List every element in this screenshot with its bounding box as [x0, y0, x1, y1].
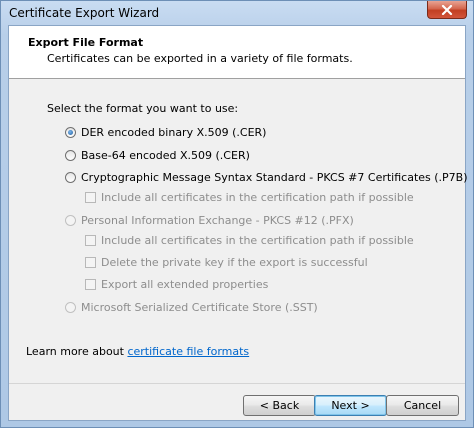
- option-pfx-label: Personal Information Exchange - PKCS #12…: [81, 214, 354, 227]
- pfx-include-chain-label: Include all certificates in the certific…: [101, 234, 414, 247]
- option-sst-label: Microsoft Serialized Certificate Store (…: [81, 301, 318, 314]
- pfx-include-chain-checkbox[interactable]: [85, 235, 96, 246]
- option-sst[interactable]: Microsoft Serialized Certificate Store (…: [65, 301, 318, 314]
- close-icon: [441, 4, 453, 15]
- option-der-label: DER encoded binary X.509 (.CER): [81, 126, 267, 139]
- page-title: Export File Format: [28, 36, 144, 49]
- footer-divider: [9, 383, 465, 384]
- pfx-export-props-checkbox[interactable]: [85, 279, 96, 290]
- option-der[interactable]: DER encoded binary X.509 (.CER): [65, 126, 266, 139]
- p7b-include-chain-checkbox[interactable]: [85, 192, 96, 203]
- certificate-formats-link[interactable]: certificate file formats: [127, 345, 249, 358]
- sst-radio[interactable]: [65, 302, 76, 313]
- pfx-delete-key-label: Delete the private key if the export is …: [101, 256, 368, 269]
- format-prompt-label: Select the format you want to use:: [47, 102, 239, 115]
- option-base64[interactable]: Base-64 encoded X.509 (.CER): [65, 149, 250, 162]
- pfx-delete-key[interactable]: Delete the private key if the export is …: [85, 256, 368, 269]
- cancel-button[interactable]: Cancel: [386, 395, 459, 416]
- option-p7b-label: Cryptographic Message Syntax Standard - …: [81, 171, 468, 184]
- p7b-radio[interactable]: [65, 172, 76, 183]
- pfx-delete-key-checkbox[interactable]: [85, 257, 96, 268]
- p7b-include-chain-label: Include all certificates in the certific…: [101, 191, 414, 204]
- page-header: Export File Format Certificates can be e…: [9, 26, 465, 79]
- option-p7b[interactable]: Cryptographic Message Syntax Standard - …: [65, 171, 468, 184]
- wizard-window: Certificate Export Wizard Export File Fo…: [0, 0, 474, 428]
- option-pfx[interactable]: Personal Information Exchange - PKCS #12…: [65, 214, 354, 227]
- title-bar[interactable]: Certificate Export Wizard: [1, 1, 473, 25]
- pfx-export-props[interactable]: Export all extended properties: [85, 278, 268, 291]
- close-button[interactable]: [427, 1, 467, 19]
- format-prompt: Select the format you want to use:: [47, 102, 238, 115]
- der-radio[interactable]: [65, 127, 76, 138]
- p7b-include-chain[interactable]: Include all certificates in the certific…: [85, 191, 414, 204]
- page-subtitle: Certificates can be exported in a variet…: [47, 52, 353, 65]
- pfx-radio[interactable]: [65, 215, 76, 226]
- option-base64-label: Base-64 encoded X.509 (.CER): [81, 149, 250, 162]
- next-button[interactable]: Next >: [314, 395, 387, 416]
- base64-radio[interactable]: [65, 150, 76, 161]
- wizard-body: Export File Format Certificates can be e…: [8, 25, 468, 421]
- pfx-export-props-label: Export all extended properties: [101, 278, 269, 291]
- pfx-include-chain[interactable]: Include all certificates in the certific…: [85, 234, 414, 247]
- back-button[interactable]: < Back: [243, 395, 316, 416]
- learn-more: Learn more about certificate file format…: [26, 345, 249, 358]
- learn-more-prefix: Learn more about: [26, 345, 128, 358]
- window-title: Certificate Export Wizard: [9, 6, 160, 20]
